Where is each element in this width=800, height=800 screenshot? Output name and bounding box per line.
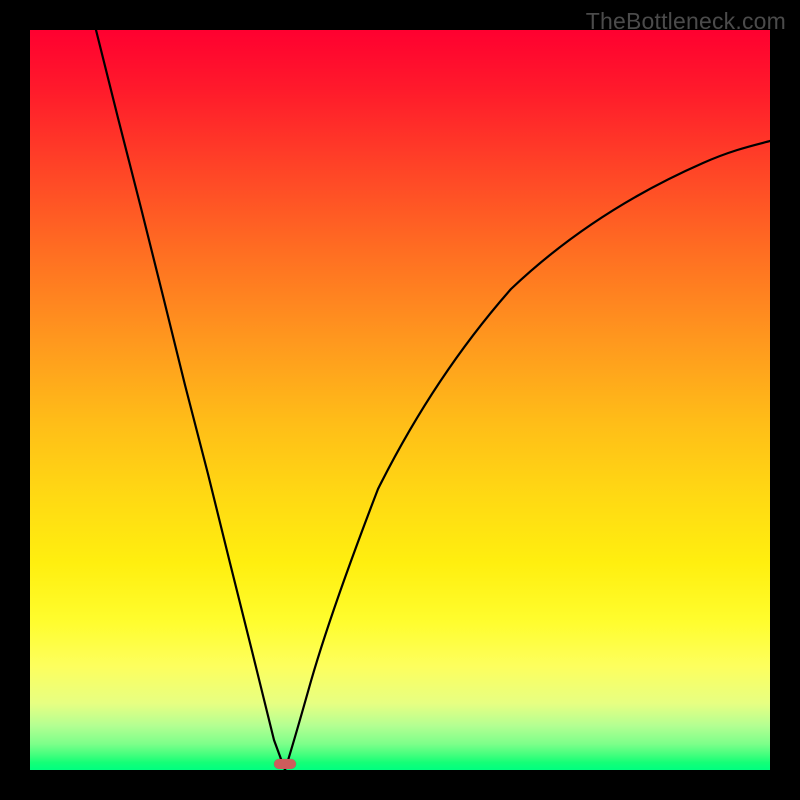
bottleneck-marker [274,759,296,769]
plot-area [30,30,770,770]
chart-curve [30,30,770,770]
curve-left-branch [96,30,285,770]
watermark-text: TheBottleneck.com [586,8,786,35]
chart-frame: TheBottleneck.com [0,0,800,800]
curve-right-branch [285,141,770,770]
